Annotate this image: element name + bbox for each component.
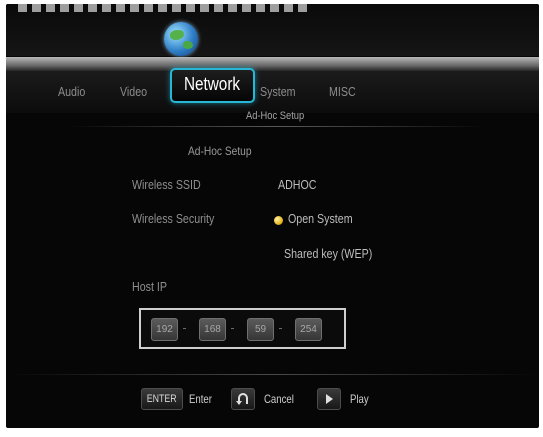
footer-divider	[6, 374, 539, 375]
play-key[interactable]	[317, 388, 341, 410]
globe-icon	[164, 22, 198, 56]
top-menu-strip	[18, 4, 308, 12]
tab-network-label: Network	[184, 74, 241, 94]
play-icon	[326, 394, 333, 404]
divider	[68, 126, 488, 127]
security-label: Wireless Security	[132, 211, 215, 226]
host-ip-label: Host IP	[132, 279, 167, 294]
top-band	[6, 4, 539, 56]
page-title: Ad-Hoc Setup	[188, 144, 252, 158]
security-option-open[interactable]: Open System	[288, 211, 353, 226]
cancel-hint: Cancel	[264, 392, 294, 406]
osd-screen: Audio Video Network System MISC Ad-Hoc S…	[6, 4, 539, 428]
enter-hint: Enter	[189, 392, 212, 406]
ssid-label: Wireless SSID	[132, 177, 201, 192]
enter-key[interactable]: ENTER	[141, 388, 183, 410]
tab-misc[interactable]: MISC	[329, 84, 356, 99]
radio-selected-icon	[274, 216, 283, 225]
menu-shelf	[6, 57, 539, 71]
return-key[interactable]	[231, 388, 255, 410]
ip-separator	[183, 328, 186, 329]
ip-octet-3[interactable]: 59	[247, 318, 274, 341]
ip-octet-2[interactable]: 168	[199, 318, 226, 341]
security-option-wep[interactable]: Shared key (WEP)	[284, 246, 372, 261]
ssid-field[interactable]: ADHOC	[278, 177, 317, 192]
ip-octet-1[interactable]: 192	[151, 318, 178, 341]
tab-video[interactable]: Video	[120, 84, 147, 99]
host-ip-input[interactable]: 192 168 59 254	[139, 308, 346, 349]
tab-network[interactable]: Network	[170, 68, 255, 103]
ip-separator	[231, 328, 234, 329]
return-icon	[236, 393, 248, 405]
enter-key-label: ENTER	[147, 393, 177, 405]
ip-octet-4[interactable]: 254	[295, 318, 322, 341]
ip-separator	[279, 328, 282, 329]
play-hint: Play	[350, 392, 369, 406]
button-hint-bar: ENTER Enter Cancel Play	[6, 384, 539, 414]
breadcrumb: Ad-Hoc Setup	[246, 110, 305, 122]
tab-system[interactable]: System	[260, 84, 296, 99]
tab-audio[interactable]: Audio	[58, 84, 85, 99]
